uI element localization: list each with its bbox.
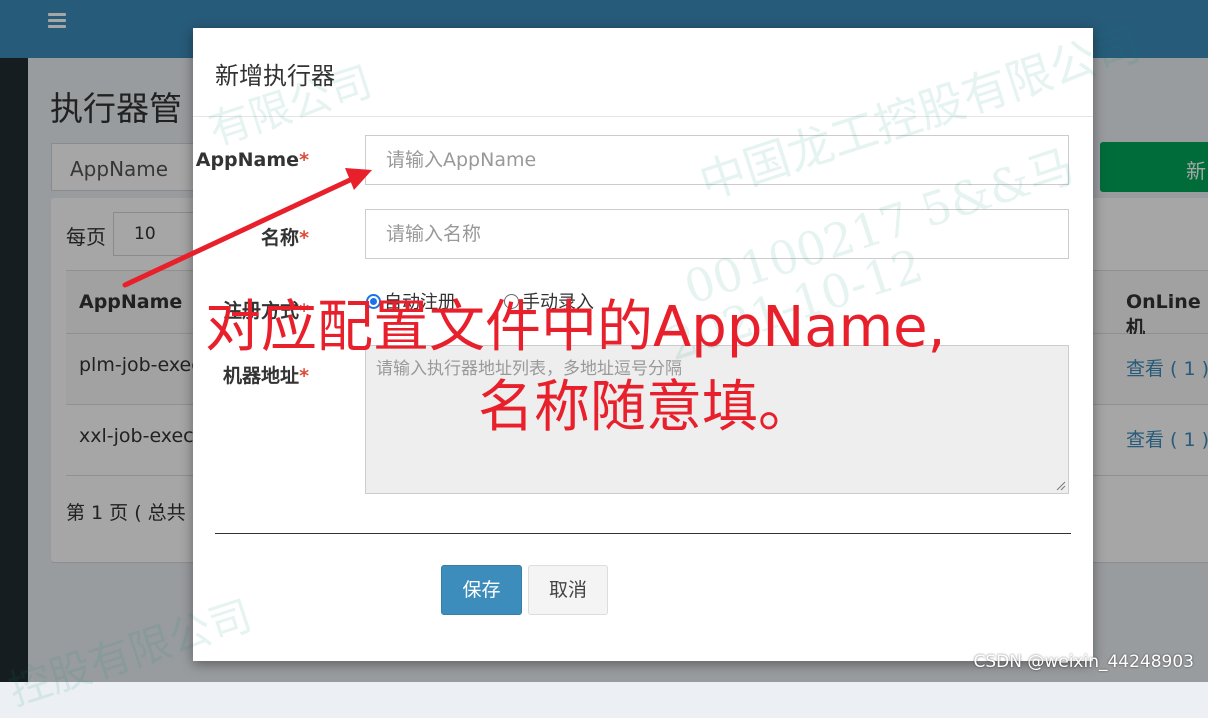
csdn-watermark: CSDN @weixin_44248903 [973, 652, 1194, 672]
annotation-line-1: 对应配置文件中的AppName, [205, 295, 946, 360]
annotation-line-2: 名称随意填。 [478, 375, 814, 440]
